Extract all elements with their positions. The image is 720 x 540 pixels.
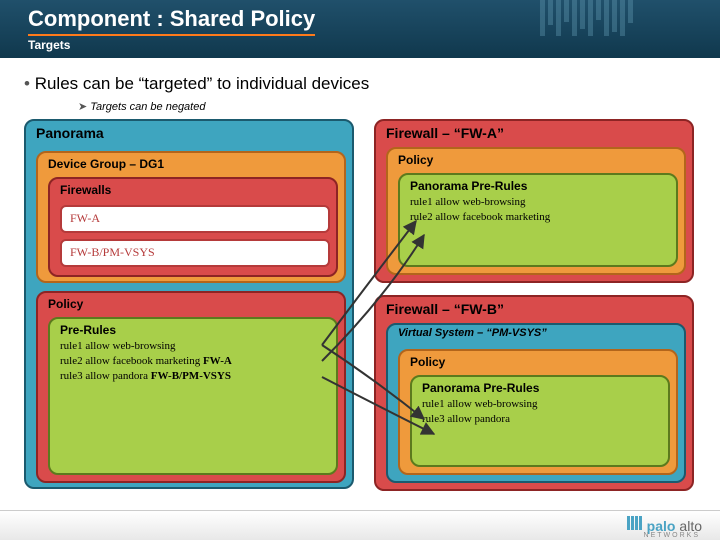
panorama-title: Panorama: [26, 121, 352, 143]
firewalls-box: Firewalls FW-A FW-B/PM-VSYS: [48, 177, 338, 277]
fw-b-rule-1: rule1 allow web-browsing: [412, 397, 668, 412]
rule-text: rule3 allow pandora: [60, 370, 148, 382]
vsys-box: Virtual System – “PM-VSYS” Policy Panora…: [386, 323, 686, 483]
page-subtitle: Targets: [28, 38, 692, 52]
fw-b-policy-title: Policy: [400, 351, 676, 371]
fw-a-rule-1: rule1 allow web-browsing: [400, 195, 676, 210]
firewall-item-a: FW-A: [60, 205, 330, 233]
firewall-a-box: Firewall – “FW-A” Policy Panorama Pre-Ru…: [374, 119, 694, 283]
fw-a-policy-title: Policy: [388, 149, 684, 169]
slide-body: Rules can be “targeted” to individual de…: [0, 58, 720, 495]
slide-footer: paloalto NETWORKS: [0, 510, 720, 540]
panorama-prerules-box: Pre-Rules rule1 allow web-browsing rule2…: [48, 317, 338, 475]
fw-b-title: Firewall – “FW-B”: [376, 297, 692, 319]
panorama-rule-1: rule1 allow web-browsing: [50, 339, 336, 354]
rule-text: rule1 allow web-browsing: [60, 340, 175, 352]
rule-text: rule2 allow facebook marketing: [60, 355, 200, 367]
fw-a-rule-2: rule2 allow facebook marketing: [400, 210, 676, 225]
device-group-box: Device Group – DG1 Firewalls FW-A FW-B/P…: [36, 151, 346, 283]
sub-bullet: Targets can be negated: [78, 100, 696, 113]
firewall-item-b: FW-B/PM-VSYS: [60, 239, 330, 267]
firewalls-title: Firewalls: [50, 179, 336, 199]
page-title: Component : Shared Policy: [28, 6, 315, 36]
rule-target: FW-A: [203, 355, 232, 367]
panorama-rule-2: rule2 allow facebook marketing FW-A: [50, 354, 336, 369]
fw-a-policy-box: Policy Panorama Pre-Rules rule1 allow we…: [386, 147, 686, 275]
diagram: Panorama Device Group – DG1 Firewalls FW…: [24, 119, 696, 491]
fw-b-prerules-box: Panorama Pre-Rules rule1 allow web-brows…: [410, 375, 670, 467]
brand-subtext: NETWORKS: [644, 532, 700, 539]
fw-a-prerules-box: Panorama Pre-Rules rule1 allow web-brows…: [398, 173, 678, 267]
panorama-prerules-title: Pre-Rules: [50, 319, 336, 339]
main-bullet: Rules can be “targeted” to individual de…: [24, 74, 696, 94]
fw-b-prerules-title: Panorama Pre-Rules: [412, 377, 668, 397]
panorama-policy-box: Policy Pre-Rules rule1 allow web-browsin…: [36, 291, 346, 483]
slide-header: Component : Shared Policy Targets: [0, 0, 720, 58]
fw-a-prerules-title: Panorama Pre-Rules: [400, 175, 676, 195]
rule-target: FW-B/PM-VSYS: [151, 370, 231, 382]
fw-b-rule-2: rule3 allow pandora: [412, 412, 668, 427]
firewall-b-box: Firewall – “FW-B” Virtual System – “PM-V…: [374, 295, 694, 491]
fw-b-policy-box: Policy Panorama Pre-Rules rule1 allow we…: [398, 349, 678, 475]
fw-a-title: Firewall – “FW-A”: [376, 121, 692, 143]
vsys-title: Virtual System – “PM-VSYS”: [388, 325, 684, 341]
panorama-policy-title: Policy: [38, 293, 344, 313]
panorama-rule-3: rule3 allow pandora FW-B/PM-VSYS: [50, 369, 336, 384]
panorama-box: Panorama Device Group – DG1 Firewalls FW…: [24, 119, 354, 489]
logo-bars-icon: [627, 516, 643, 535]
decorative-bars: [540, 0, 680, 36]
dg-title: Device Group – DG1: [38, 153, 344, 173]
